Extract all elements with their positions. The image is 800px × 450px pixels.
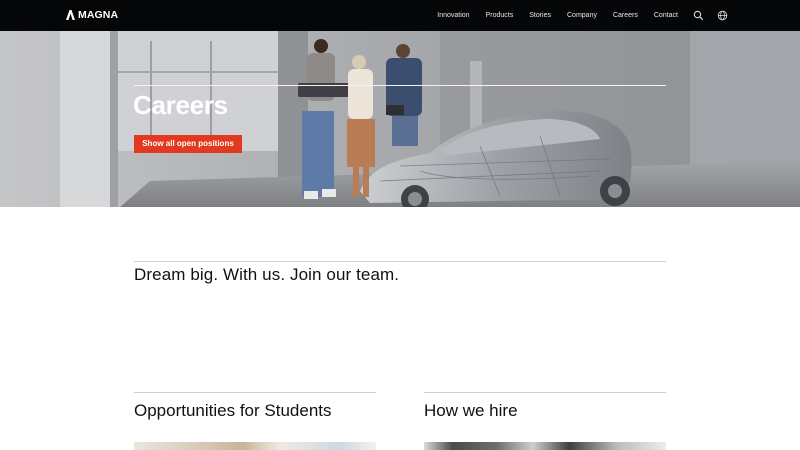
nav-item-company[interactable]: Company — [559, 0, 605, 31]
brand-name: MAGNA — [78, 9, 119, 21]
magna-logo[interactable]: MAGNA — [66, 9, 118, 21]
globe-icon[interactable] — [717, 10, 728, 21]
nav-item-innovation[interactable]: Innovation — [429, 0, 477, 31]
hiring-section-title[interactable]: How we hire — [424, 400, 518, 422]
page-title: Careers — [133, 90, 228, 120]
students-card-image[interactable] — [134, 442, 376, 450]
hero-divider — [134, 85, 666, 86]
hiring-divider — [424, 392, 666, 393]
show-open-positions-button[interactable]: Show all open positions — [134, 135, 242, 153]
section-divider — [134, 261, 666, 262]
search-icon[interactable] — [693, 10, 704, 21]
magna-logo-icon — [66, 10, 75, 20]
students-section-title[interactable]: Opportunities for Students — [134, 400, 332, 422]
tagline-heading: Dream big. With us. Join our team. — [134, 265, 400, 284]
nav-item-careers[interactable]: Careers — [605, 0, 646, 31]
hero-banner: Careers Show all open positions — [0, 31, 800, 207]
nav-item-contact[interactable]: Contact — [646, 0, 686, 31]
nav-item-stories[interactable]: Stories — [521, 0, 559, 31]
nav-item-products[interactable]: Products — [478, 0, 522, 31]
hero-image — [0, 31, 800, 207]
main-nav: Innovation Products Stories Company Care… — [429, 0, 686, 31]
top-navigation: MAGNA Innovation Products Stories Compan… — [0, 0, 800, 31]
hiring-card-image[interactable] — [424, 442, 666, 450]
students-divider — [134, 392, 376, 393]
